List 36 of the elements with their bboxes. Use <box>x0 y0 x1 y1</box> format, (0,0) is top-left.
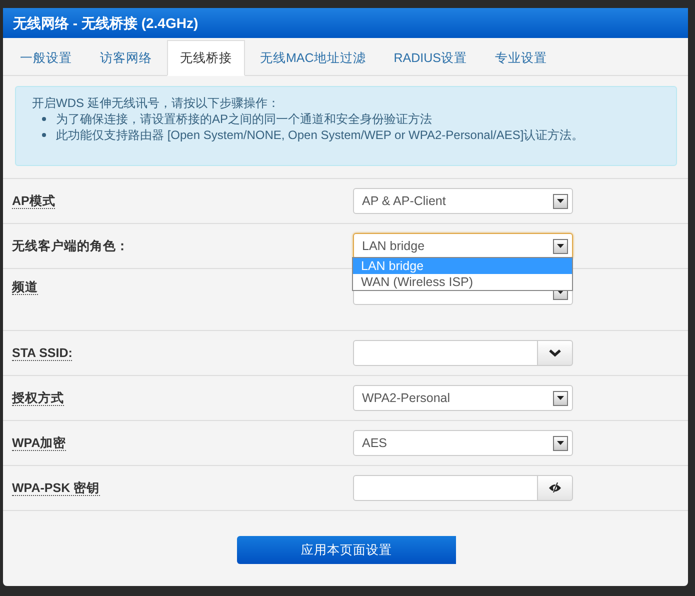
bullet-icon <box>42 133 46 137</box>
info-text: 为了确保连接，请设置桥接的AP之间的同一个通道和安全身份验证方法 <box>56 111 432 127</box>
select-field[interactable]: WPA2-Personal <box>353 385 573 411</box>
select-field[interactable]: AES <box>353 430 573 456</box>
apply-button[interactable]: 应用本页面设置 <box>237 536 456 564</box>
field-label: 无线客户端的角色： <box>12 238 129 252</box>
field-label: 授权方式 <box>12 390 64 406</box>
dropdown-option[interactable]: LAN bridge <box>353 258 572 274</box>
tab[interactable]: 一般设置 <box>7 41 85 75</box>
field-label: STA SSID: <box>12 346 72 361</box>
select-field[interactable]: LAN bridge <box>353 233 573 259</box>
tab[interactable]: 无线桥接 <box>167 40 245 76</box>
field-label: 频道 <box>12 280 38 295</box>
window-title: 无线网络 - 无线桥接 (2.4GHz) <box>3 8 688 38</box>
input-field[interactable] <box>353 340 538 366</box>
select-value: AP & AP-Client <box>362 194 446 208</box>
dropdown-button[interactable] <box>538 340 573 366</box>
field-label: WPA-PSK 密钥 <box>12 480 100 496</box>
field-label: WPA加密 <box>12 436 66 450</box>
dropdown-option[interactable]: WAN (Wireless ISP) <box>353 274 572 290</box>
select-value: WPA2-Personal <box>362 391 450 405</box>
show-password-button[interactable] <box>538 475 573 501</box>
tab[interactable]: 访客网络 <box>87 41 165 75</box>
input-field[interactable] <box>353 475 538 501</box>
tab[interactable]: 无线MAC地址过滤 <box>247 41 379 75</box>
info-text: 此功能仅支持路由器 [Open System/NONE, Open System/WEP or WPA2-Personal/AES]认证方法。 <box>56 127 584 143</box>
tab[interactable]: 专业设置 <box>482 41 560 75</box>
eye-slash-icon <box>548 482 562 494</box>
field-label: AP模式 <box>12 194 56 208</box>
info-text: 开启WDS 延伸无线讯号，请按以下步骤操作： <box>32 95 280 111</box>
chevron-down-icon <box>549 349 561 357</box>
tab[interactable]: RADIUS设置 <box>380 41 480 75</box>
bullet-icon <box>42 117 46 121</box>
select-field[interactable]: AP & AP-Client <box>353 188 573 214</box>
select-value: AES <box>362 436 388 450</box>
select-value: LAN bridge <box>362 239 425 253</box>
